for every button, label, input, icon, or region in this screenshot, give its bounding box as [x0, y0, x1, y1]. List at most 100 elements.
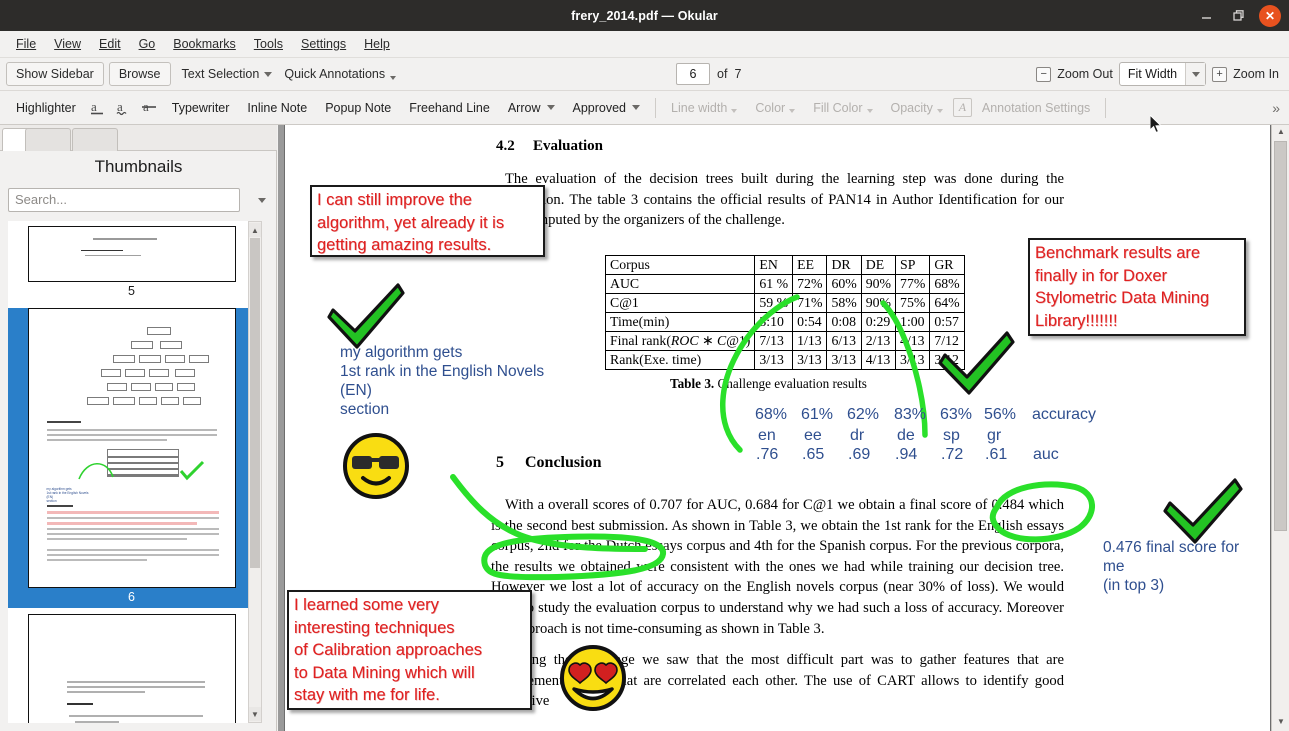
- table-header-corpus: Corpus: [604, 255, 756, 275]
- strikeout-icon[interactable]: a: [138, 97, 162, 119]
- chevron-down-icon[interactable]: [258, 197, 266, 203]
- table-cell: 60%: [826, 274, 862, 294]
- table-cell: 2/13: [860, 331, 897, 351]
- sidebar-scrollbar[interactable]: ▲ ▼: [248, 221, 262, 723]
- table-row: AUC 61 % 72% 60% 90% 77% 68%: [604, 274, 965, 294]
- maximize-icon[interactable]: [1227, 5, 1249, 27]
- sidebar-tabs: [0, 125, 277, 151]
- menu-help[interactable]: Help: [355, 34, 399, 54]
- main-toolbar: Show Sidebar Browse Text Selection Quick…: [0, 58, 1289, 91]
- search-input[interactable]: Search...: [8, 188, 240, 212]
- chevron-down-icon[interactable]: [1185, 63, 1206, 85]
- scroll-up-icon[interactable]: ▲: [1275, 127, 1287, 139]
- highlighter-tool[interactable]: Highlighter: [8, 97, 84, 119]
- browse-button[interactable]: Browse: [108, 62, 171, 86]
- menu-view[interactable]: View: [45, 34, 90, 54]
- zoom-controls: − Zoom Out Fit Width + Zoom In: [1036, 62, 1279, 86]
- zoom-out-icon[interactable]: −: [1036, 66, 1052, 82]
- table-row: C@1 59 % 71% 58% 90% 75% 64%: [604, 293, 965, 313]
- scroll-down-icon[interactable]: ▼: [1275, 717, 1287, 729]
- menu-edit[interactable]: Edit: [90, 34, 130, 54]
- table-cell: 3/13: [826, 350, 862, 370]
- close-button[interactable]: ✕: [1259, 4, 1281, 27]
- chevron-down-small-icon[interactable]: [390, 75, 397, 80]
- menu-help-label: Help: [364, 37, 390, 51]
- approved-stamp-tool[interactable]: Approved: [565, 97, 649, 119]
- show-sidebar-button[interactable]: Show Sidebar: [6, 62, 104, 86]
- menu-bar: File View Edit Go Bookmarks Tools Settin…: [0, 31, 1289, 58]
- zoom-level-select[interactable]: Fit Width: [1118, 62, 1207, 86]
- zoom-out-label[interactable]: Zoom Out: [1057, 67, 1113, 81]
- paragraph-evaluation: The evaluation of the decision trees bui…: [491, 171, 1064, 229]
- checkmark-icon-1: [327, 283, 405, 349]
- sidebar-title: Thumbnails: [94, 157, 183, 176]
- table-header-ee: EE: [792, 255, 828, 275]
- chevron-down-icon: [731, 109, 738, 113]
- scroll-down-icon[interactable]: ▼: [249, 707, 261, 721]
- table-cell: 72%: [792, 274, 828, 294]
- zoom-level-value: Fit Width: [1127, 67, 1178, 81]
- table-header-dr: DR: [826, 255, 862, 275]
- toolbar-overflow-icon[interactable]: »: [1269, 100, 1283, 116]
- window-title: frery_2014.pdf — Okular: [571, 8, 718, 23]
- stat-accuracy-sp: 63%: [940, 406, 973, 423]
- menu-tools[interactable]: Tools: [245, 34, 292, 54]
- note-benchmark-results[interactable]: Benchmark results are finally in for Dox…: [1028, 238, 1246, 336]
- document-scrollbar[interactable]: ▲ ▼: [1271, 125, 1289, 731]
- thumbnail-item[interactable]: 5: [8, 226, 255, 302]
- page-navigator: 6 of 7: [676, 63, 741, 85]
- stat-accuracy-de: 83%: [894, 406, 927, 423]
- chevron-down-icon: [936, 109, 943, 113]
- scrollbar-thumb[interactable]: [1274, 141, 1287, 531]
- menu-bookmarks-label: Bookmarks: [173, 37, 236, 51]
- svg-text:a: a: [117, 99, 123, 114]
- zoom-in-icon[interactable]: +: [1212, 66, 1228, 82]
- arrow-tool[interactable]: Arrow: [500, 97, 563, 119]
- sunglasses-emoji: [341, 431, 411, 506]
- table-cell: 77%: [895, 274, 931, 294]
- chevron-down-icon[interactable]: [546, 105, 555, 110]
- table-cell: 71%: [792, 293, 828, 313]
- thumbnail-list[interactable]: 5 my algorithm gets 1st rank in the Engl…: [8, 221, 255, 723]
- table-cell: 3/13: [792, 350, 828, 370]
- sidebar-tab-contents[interactable]: [25, 128, 71, 151]
- thumbnail-item-selected[interactable]: my algorithm gets 1st rank in the English…: [8, 308, 255, 608]
- chevron-down-icon: [866, 109, 873, 113]
- section-42-number: 4.2: [496, 138, 515, 154]
- menu-go[interactable]: Go: [130, 34, 165, 54]
- menu-bookmarks[interactable]: Bookmarks: [164, 34, 245, 54]
- popup-note-tool[interactable]: Popup Note: [317, 97, 399, 119]
- mouse-cursor: [1149, 113, 1164, 140]
- chevron-down-icon[interactable]: [632, 105, 641, 110]
- scroll-up-icon[interactable]: ▲: [249, 223, 261, 237]
- color-label: Color: [755, 100, 786, 115]
- menu-view-label: View: [54, 37, 82, 51]
- stat-accuracy-ee: 61%: [801, 406, 834, 423]
- note-improve-algorithm[interactable]: I can still improve the algorithm, yet a…: [310, 185, 545, 257]
- inline-note-tool[interactable]: Inline Note: [239, 97, 315, 119]
- menu-settings[interactable]: Settings: [292, 34, 355, 54]
- scrollbar-thumb[interactable]: [250, 238, 260, 568]
- freehand-line-tool[interactable]: Freehand Line: [401, 97, 498, 119]
- chevron-down-icon[interactable]: [264, 71, 273, 77]
- menu-file[interactable]: File: [7, 34, 45, 54]
- table-cell-label: Time(min): [604, 312, 756, 332]
- table-row: Final rank(ROC ∗ C@1) 7/13 1/13 6/13 2/1…: [604, 331, 965, 351]
- table-cell: 90%: [860, 274, 897, 294]
- underline-icon[interactable]: a: [86, 97, 110, 119]
- stat-corpus-en: en: [758, 427, 776, 444]
- zoom-in-label[interactable]: Zoom In: [1233, 67, 1279, 81]
- menu-edit-label: Edit: [99, 37, 121, 51]
- page-number-input[interactable]: 6: [676, 63, 710, 85]
- thumbnail-item[interactable]: 7: [8, 614, 255, 723]
- quick-annotations-button[interactable]: Quick Annotations: [278, 63, 402, 85]
- note-calibration[interactable]: I learned some very interesting techniqu…: [287, 590, 532, 710]
- document-view[interactable]: 4.2 Evaluation The evaluation of the dec…: [278, 125, 1289, 731]
- sidebar-tab-reviews[interactable]: [72, 128, 118, 151]
- squiggly-underline-icon[interactable]: a: [112, 97, 136, 119]
- table-cell: 75%: [895, 293, 931, 313]
- table-cell: 1:00: [895, 312, 931, 332]
- typewriter-tool[interactable]: Typewriter: [164, 97, 238, 119]
- minimize-icon[interactable]: [1195, 5, 1217, 27]
- text-selection-button[interactable]: Text Selection: [176, 63, 279, 85]
